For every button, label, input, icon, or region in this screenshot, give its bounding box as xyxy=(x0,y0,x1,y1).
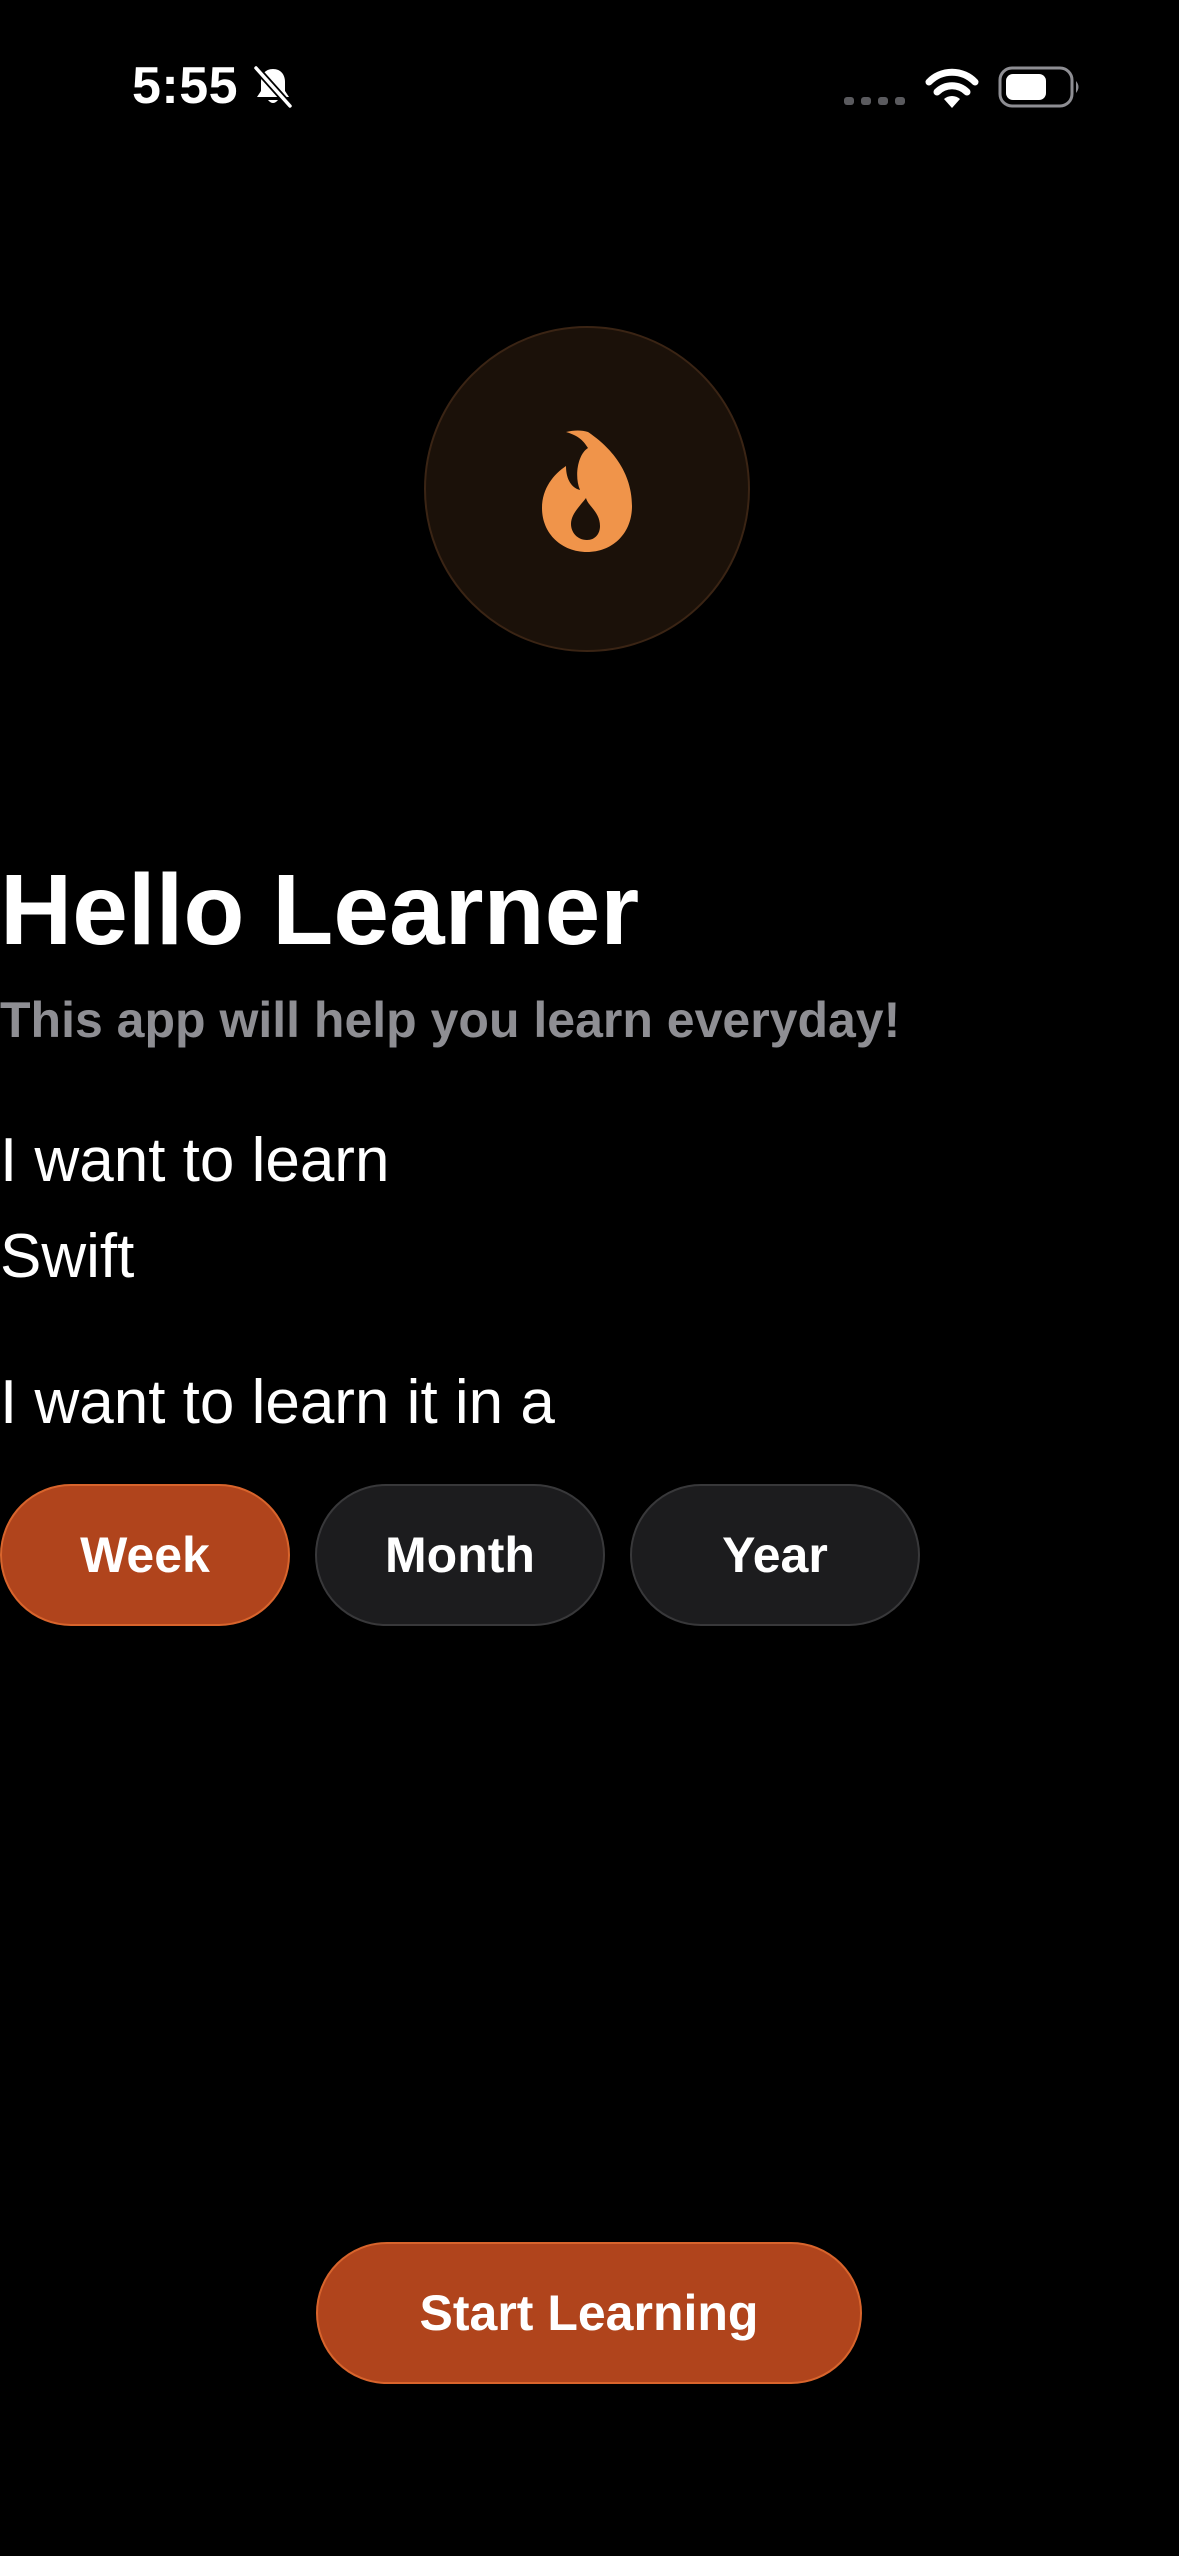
start-learning-button[interactable]: Start Learning xyxy=(316,2242,862,2384)
cellular-signal-icon xyxy=(844,97,905,105)
status-time: 5:55 xyxy=(132,57,239,115)
page-title: Hello Learner xyxy=(0,854,640,966)
subject-input[interactable] xyxy=(0,1220,900,1294)
flame-icon xyxy=(542,430,632,552)
duration-year-button[interactable]: Year xyxy=(630,1484,920,1626)
duration-label: I want to learn it in a xyxy=(0,1368,555,1437)
wifi-icon xyxy=(925,68,979,108)
duration-month-button[interactable]: Month xyxy=(315,1484,605,1626)
page-subtitle: This app will help you learn everyday! xyxy=(0,992,901,1048)
learn-label: I want to learn xyxy=(0,1126,390,1195)
status-bar: 5:55 xyxy=(0,0,1179,180)
bell-slash-icon xyxy=(252,64,294,110)
battery-icon xyxy=(998,66,1079,108)
duration-week-button[interactable]: Week xyxy=(0,1484,290,1626)
